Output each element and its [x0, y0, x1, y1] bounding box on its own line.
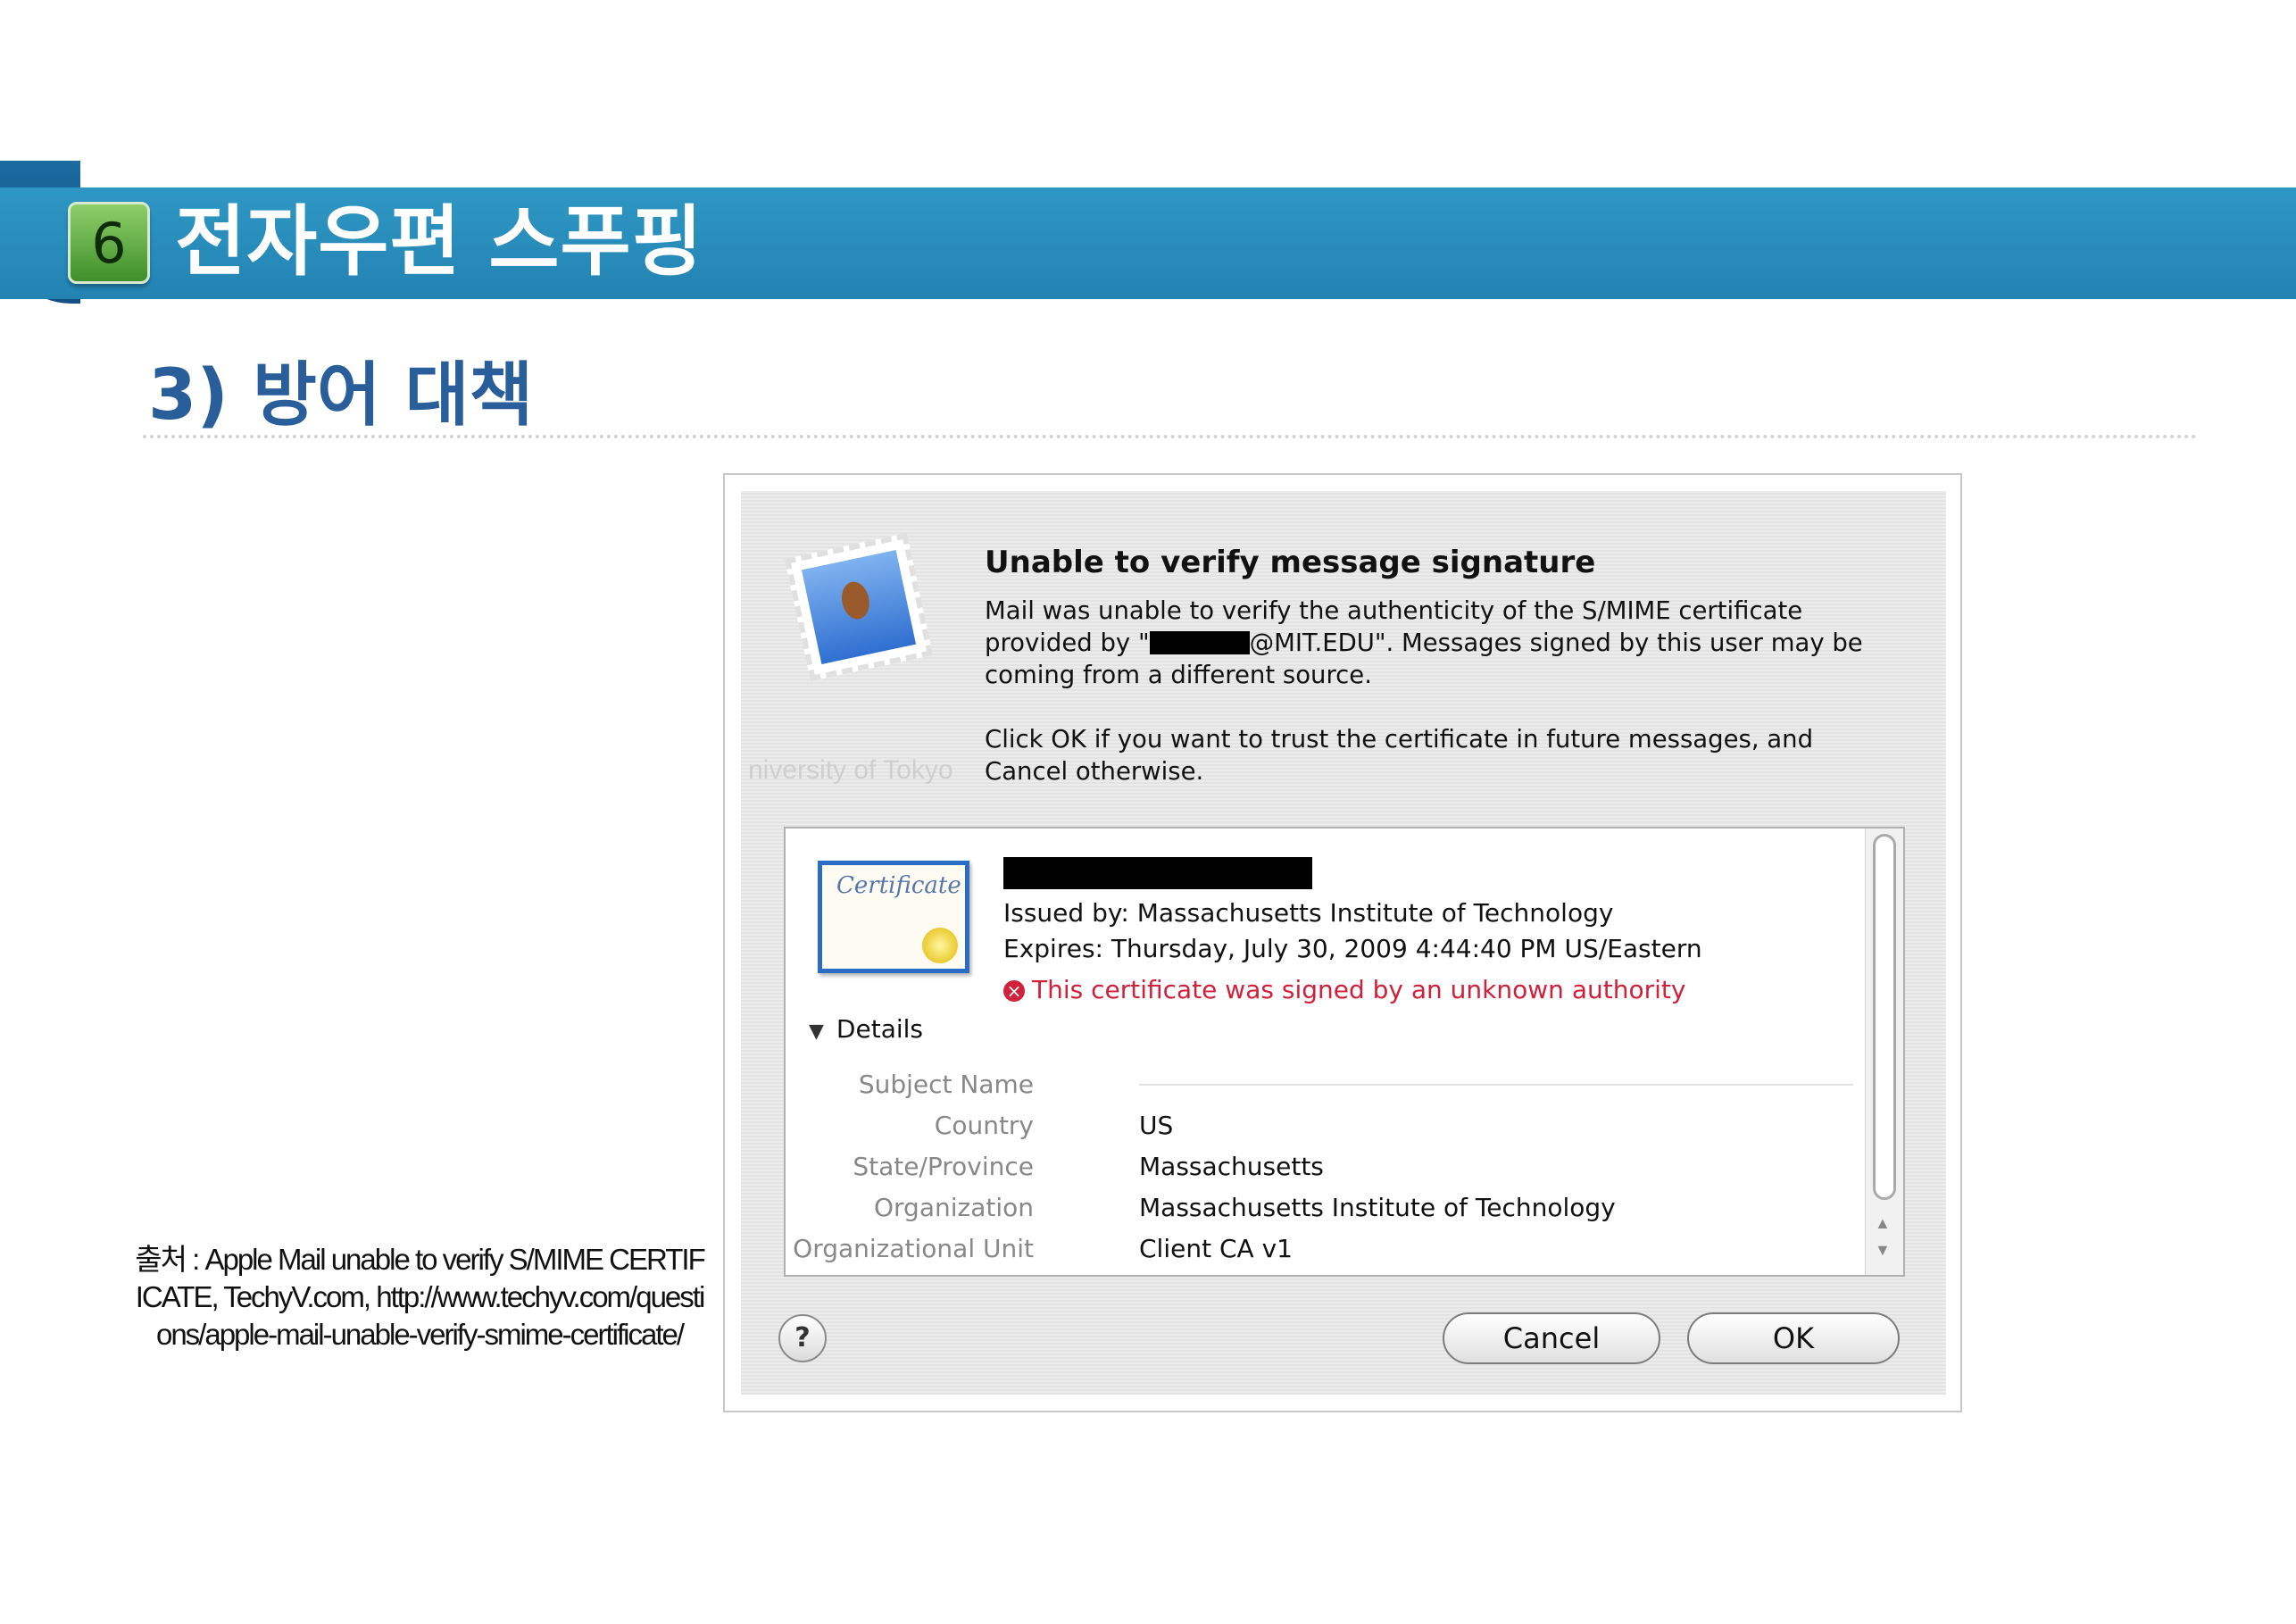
field-label: Country	[934, 1111, 1034, 1140]
field-value: Massachusetts Institute of Technology	[1139, 1193, 1616, 1222]
divider	[143, 435, 2198, 438]
verify-signature-dialog: niversity of Tokyo Unable to verify mess…	[741, 491, 1946, 1395]
background-text: niversity of Tokyo	[748, 755, 953, 785]
certificate-warning: × This certificate was signed by an unkno…	[1003, 975, 1685, 1004]
slide-title: 전자우편 스푸핑	[175, 197, 703, 287]
field-label: State/Province	[853, 1152, 1034, 1181]
help-button[interactable]: ?	[778, 1314, 827, 1362]
subject-divider	[1139, 1084, 1853, 1086]
field-value: Massachusetts	[1139, 1152, 1324, 1181]
mail-stamp-icon	[784, 532, 934, 682]
field-value: Client CA v1	[1139, 1234, 1293, 1263]
dialog-heading: Unable to verify message signature	[985, 545, 1596, 580]
certificate-panel: Certificate Issued by: Massachusetts Ins…	[784, 827, 1905, 1277]
subject-name-heading: Subject Name	[858, 1070, 1034, 1099]
section-number-badge: 6	[68, 202, 150, 284]
scroll-up-icon[interactable]: ▲	[1875, 1214, 1891, 1233]
section-title: 3) 방어 대책	[148, 355, 534, 436]
field-value: US	[1139, 1111, 1174, 1140]
source-caption: 출처 : Apple Mail unable to verify S/MIME …	[135, 1243, 706, 1351]
field-label: Organizational Unit	[793, 1234, 1034, 1263]
ok-button[interactable]: OK	[1687, 1312, 1900, 1364]
vertical-scrollbar[interactable]: ▲ ▼	[1865, 829, 1903, 1275]
dialog-message: Mail was unable to verify the authentici…	[985, 596, 1863, 786]
expires: Expires: Thursday, July 30, 2009 4:44:40…	[1003, 934, 1702, 963]
issued-by: Issued by: Massachusetts Institute of Te…	[1003, 898, 1614, 928]
redacted-email	[1149, 631, 1250, 654]
cancel-button[interactable]: Cancel	[1443, 1312, 1660, 1364]
details-disclosure[interactable]: ▼ Details	[809, 1014, 923, 1044]
scroll-thumb[interactable]	[1873, 834, 1896, 1200]
certificate-icon: Certificate	[818, 861, 969, 973]
error-x-icon: ×	[1003, 980, 1025, 1002]
scroll-down-icon[interactable]: ▼	[1875, 1241, 1891, 1260]
screenshot-frame: niversity of Tokyo Unable to verify mess…	[723, 473, 1962, 1412]
triangle-down-icon: ▼	[809, 1020, 824, 1043]
field-label: Organization	[873, 1193, 1034, 1222]
redacted-certificate-name	[1003, 857, 1312, 889]
